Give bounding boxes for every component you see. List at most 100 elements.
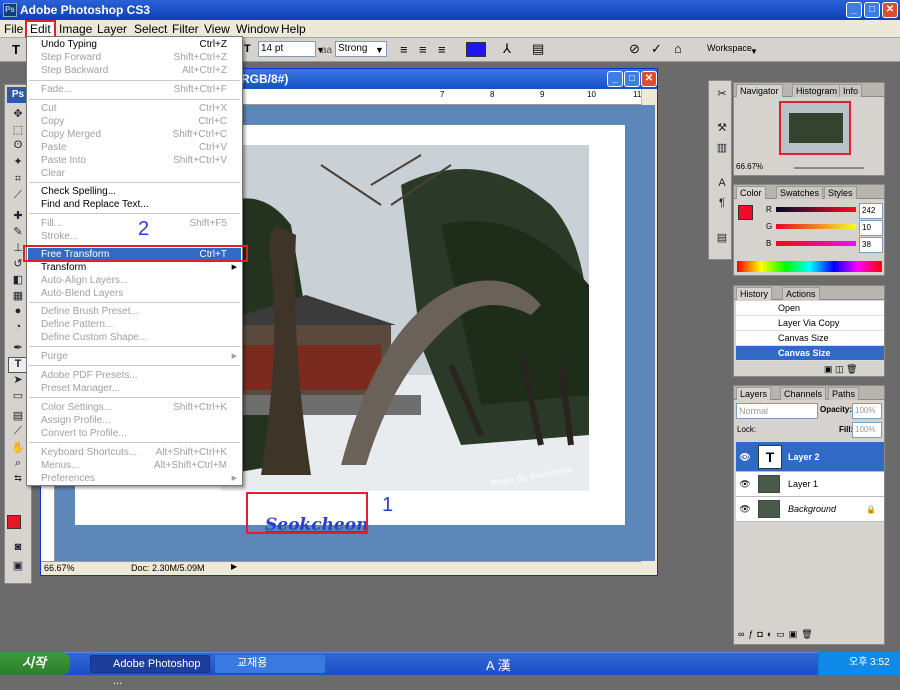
tab-history[interactable]: History: [736, 287, 773, 300]
doc-minimize-button[interactable]: _: [607, 71, 623, 87]
b-slider[interactable]: [776, 241, 856, 246]
tool-presets-icon[interactable]: ✂: [712, 87, 732, 103]
tab-styles[interactable]: Styles: [824, 186, 857, 199]
slice-tool-icon[interactable]: ⟋: [8, 189, 28, 205]
hand-tool-icon[interactable]: ✋: [8, 441, 28, 457]
doc-maximize-button[interactable]: □: [624, 71, 640, 87]
fill-field[interactable]: 100%: [852, 422, 882, 438]
eyedropper-tool-icon[interactable]: ⟋: [8, 425, 28, 441]
tab-color[interactable]: Color: [736, 186, 766, 199]
swap-colors-icon[interactable]: ⇆: [8, 473, 28, 489]
blur-tool-icon[interactable]: ●: [8, 305, 28, 321]
history-item[interactable]: Canvas Size: [736, 331, 884, 346]
font-size-field[interactable]: 14 pt: [258, 41, 316, 57]
menu-item-check-spelling[interactable]: Check Spelling...: [28, 185, 241, 198]
character-icon[interactable]: A: [712, 177, 732, 193]
eye-icon[interactable]: 👁: [738, 442, 752, 472]
palettes-icon[interactable]: ▤: [532, 42, 544, 55]
pen-tool-icon[interactable]: ✒: [8, 341, 28, 357]
menu-item-find-replace[interactable]: Find and Replace Text...: [28, 198, 241, 211]
zoom-slider[interactable]: [794, 167, 864, 169]
align-right-icon[interactable]: ≡: [438, 43, 446, 56]
marquee-tool-icon[interactable]: ⬚: [8, 123, 28, 139]
menu-select[interactable]: Select: [134, 22, 167, 36]
foreground-color-chip[interactable]: [738, 205, 753, 220]
text-color-swatch[interactable]: [466, 42, 486, 57]
taskbar-item-folder[interactable]: 교재용: [215, 655, 325, 673]
notes-tool-icon[interactable]: ▤: [8, 409, 28, 425]
tab-channels[interactable]: Channels: [780, 387, 827, 400]
g-value[interactable]: 10: [859, 220, 883, 236]
menu-file[interactable]: File: [4, 22, 23, 36]
doc-close-button[interactable]: ✕: [641, 71, 657, 87]
quick-mask-icon[interactable]: ◙: [8, 541, 28, 557]
start-button[interactable]: 시작: [0, 652, 70, 675]
brushes-icon[interactable]: ⚒: [712, 121, 732, 137]
g-slider[interactable]: [776, 224, 856, 229]
r-value[interactable]: 242: [859, 203, 883, 219]
b-value[interactable]: 38: [859, 237, 883, 253]
tab-layers[interactable]: Layers: [736, 387, 772, 400]
navigator-zoom[interactable]: 66.67%: [736, 162, 763, 171]
blend-mode-select[interactable]: Normal: [736, 403, 818, 419]
layer-actions-icon[interactable]: ∞ƒ◘◐▭▣🗑: [738, 629, 817, 640]
shape-tool-icon[interactable]: ▭: [8, 389, 28, 405]
eye-icon[interactable]: 👁: [738, 472, 752, 497]
tab-histogram[interactable]: Histogram: [792, 84, 842, 97]
type-tool-icon[interactable]: T: [8, 357, 28, 373]
cancel-icon[interactable]: ⊘: [629, 42, 640, 55]
eye-icon[interactable]: 👁: [738, 497, 752, 522]
healing-brush-tool-icon[interactable]: ✚: [8, 209, 28, 225]
align-center-icon[interactable]: ≡: [419, 43, 427, 56]
foreground-color-swatch[interactable]: [7, 515, 21, 529]
history-item[interactable]: Layer Via Copy: [736, 316, 884, 331]
taskbar-item-photoshop[interactable]: Adobe Photoshop ...: [90, 655, 210, 687]
paragraph-icon[interactable]: ¶: [712, 197, 732, 213]
close-button[interactable]: ✕: [882, 2, 898, 18]
layer-row[interactable]: 👁 Layer 1: [736, 472, 884, 497]
status-menu-arrow-icon[interactable]: ▶: [231, 562, 237, 571]
brush-tool-icon[interactable]: ✎: [8, 225, 28, 241]
menu-image[interactable]: Image: [59, 22, 92, 36]
dodge-tool-icon[interactable]: ◔: [8, 321, 28, 337]
menu-window[interactable]: Window: [236, 22, 279, 36]
magic-wand-tool-icon[interactable]: ✦: [8, 155, 28, 171]
commit-icon[interactable]: ✓: [651, 42, 662, 55]
menu-item-undo-typing[interactable]: Undo Typing Ctrl+Z: [28, 38, 241, 51]
maximize-button[interactable]: □: [864, 2, 880, 18]
path-selection-tool-icon[interactable]: ➤: [8, 373, 28, 389]
menu-view[interactable]: View: [204, 22, 230, 36]
align-left-icon[interactable]: ≡: [400, 43, 408, 56]
tab-swatches[interactable]: Swatches: [776, 186, 824, 199]
navigator-thumbnail[interactable]: [779, 101, 851, 155]
eraser-tool-icon[interactable]: ◧: [8, 273, 28, 289]
menu-layer[interactable]: Layer: [97, 22, 127, 36]
zoom-level[interactable]: 66.67%: [44, 563, 75, 573]
color-spectrum[interactable]: [737, 261, 882, 272]
tab-info[interactable]: Info: [839, 84, 863, 97]
menu-filter[interactable]: Filter: [172, 22, 199, 36]
history-item[interactable]: Open: [736, 301, 884, 316]
tab-actions[interactable]: Actions: [782, 287, 820, 300]
tab-navigator[interactable]: Navigator: [736, 84, 783, 97]
layer-row-selected[interactable]: 👁 T Layer 2: [736, 442, 884, 472]
zoom-tool-icon[interactable]: ⌕: [8, 457, 28, 473]
crop-tool-icon[interactable]: ⌗: [8, 173, 28, 189]
lasso-tool-icon[interactable]: ʘ: [8, 139, 28, 155]
gradient-tool-icon[interactable]: ▦: [8, 289, 28, 305]
opacity-field[interactable]: 100%: [852, 403, 882, 419]
clone-source-icon[interactable]: ▥: [712, 141, 732, 157]
chevron-down-icon[interactable]: ▼: [375, 44, 384, 57]
r-slider[interactable]: [776, 207, 856, 212]
chevron-down-icon[interactable]: ▼: [750, 45, 758, 58]
menu-item-transform[interactable]: Transform ▶: [28, 261, 241, 274]
go-to-bridge-icon[interactable]: ⌂: [674, 42, 682, 55]
screen-mode-icon[interactable]: ▣: [8, 559, 28, 575]
tab-paths[interactable]: Paths: [828, 387, 860, 400]
workspace-menu[interactable]: Workspace: [707, 43, 752, 53]
layer-comps-icon[interactable]: ▤: [712, 231, 732, 247]
minimize-button[interactable]: _: [846, 2, 862, 18]
menu-help[interactable]: Help: [281, 22, 306, 36]
ime-indicator[interactable]: A 漢: [486, 655, 511, 674]
move-tool-icon[interactable]: ✥: [8, 107, 28, 123]
